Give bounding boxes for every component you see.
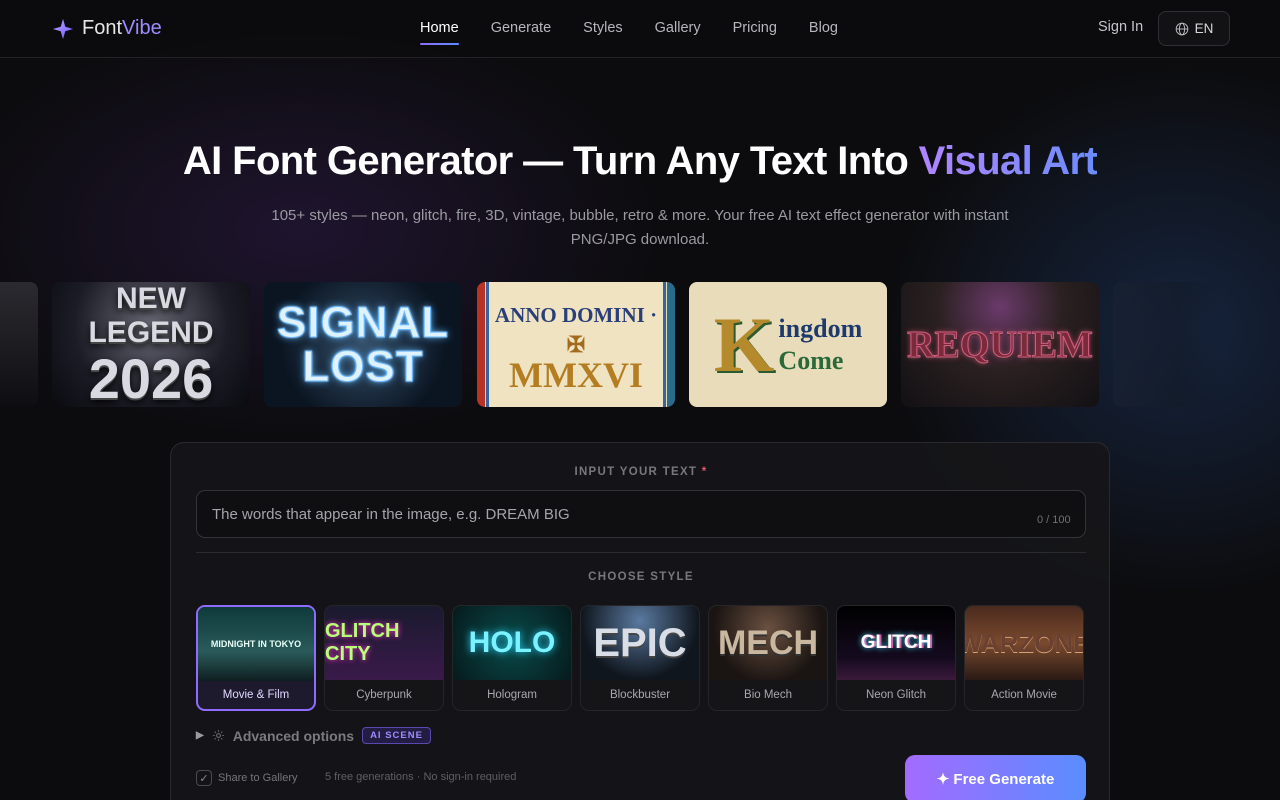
style-thumbnail: MIDNIGHT IN TOKYO	[198, 607, 314, 681]
style-card-neon-glitch[interactable]: GLITCH Neon Glitch	[836, 605, 956, 711]
style-card-action-movie[interactable]: WARZONE Action Movie	[964, 605, 1084, 711]
language-selector[interactable]: EN	[1158, 11, 1230, 46]
tile-text: 2026	[88, 346, 214, 407]
nav-gallery[interactable]: Gallery	[655, 0, 701, 58]
style-label: CHOOSE STYLE	[588, 571, 694, 583]
tile-text: MMXVI	[509, 354, 643, 395]
sparkle-logo-icon	[52, 18, 74, 39]
style-name: Hologram	[487, 689, 537, 701]
hero-title-main: AI Font Generator — Turn Any Text Into	[182, 139, 919, 183]
style-name: Action Movie	[991, 689, 1057, 701]
style-name: Movie & Film	[222, 689, 290, 701]
brand-logo[interactable]: FontVibe	[52, 17, 162, 40]
tile-text: SIGNAL	[276, 297, 450, 347]
style-thumbnail: HOLO	[453, 606, 571, 680]
carousel-tile[interactable]: ANNO DOMINI · ✠ MMXVI	[477, 282, 675, 407]
char-counter: 0 / 100	[1037, 514, 1071, 526]
share-label: Share to Gallery	[218, 772, 298, 784]
text-input[interactable]	[196, 490, 1086, 538]
nav-home[interactable]: Home	[420, 0, 459, 58]
carousel-tile[interactable]	[1113, 282, 1223, 407]
free-generations-note: 5 free generations · No sign-in required	[325, 771, 517, 783]
style-card-blockbuster[interactable]: EPIC Blockbuster	[580, 605, 700, 711]
style-thumbnail: MECH	[709, 606, 827, 680]
tile-text: NEW LEGEND	[88, 282, 214, 349]
style-card-bio-mech[interactable]: MECH Bio Mech	[708, 605, 828, 711]
carousel-tile[interactable]: NEW LEGEND 2026	[52, 282, 250, 407]
input-label: INPUT YOUR TEXT *	[171, 466, 1111, 478]
style-card-cyberpunk[interactable]: GLITCH CITY Cyberpunk	[324, 605, 444, 711]
gear-icon	[212, 730, 224, 741]
share-to-gallery[interactable]: ✓ Share to Gallery	[196, 770, 297, 786]
style-card-hologram[interactable]: HOLO Hologram	[452, 605, 572, 711]
tile-text: ANNO DOMINI ·	[494, 302, 658, 327]
style-name: Neon Glitch	[865, 689, 927, 701]
top-nav: FontVibe Home Generate Styles Gallery Pr…	[0, 0, 1280, 58]
tile-text: K	[713, 300, 775, 388]
sign-in-link[interactable]: Sign In	[1098, 19, 1143, 35]
hero-title: AI Font Generator — Turn Any Text Into V…	[0, 139, 1280, 184]
style-grid: MIDNIGHT IN TOKYO Movie & Film GLITCH CI…	[196, 605, 1084, 711]
language-label: EN	[1194, 21, 1214, 36]
caret-right-icon: ▶	[196, 730, 204, 741]
hero-subtitle: 105+ styles — neon, glitch, fire, 3D, vi…	[271, 207, 1009, 248]
checkbox-checked-icon[interactable]: ✓	[196, 770, 212, 786]
globe-icon	[1175, 22, 1188, 35]
carousel-tile[interactable]: Kingdom Come	[689, 282, 887, 407]
carousel-tile[interactable]: SIGNAL LOST	[264, 282, 462, 407]
style-name: Bio Mech	[744, 689, 792, 701]
nav-pricing[interactable]: Pricing	[733, 0, 777, 58]
required-mark: *	[701, 466, 708, 478]
nav-styles[interactable]: Styles	[583, 0, 623, 58]
style-thumbnail: GLITCH CITY	[325, 606, 443, 680]
nav-generate[interactable]: Generate	[491, 0, 551, 58]
free-generate-button[interactable]: ✦ Free Generate	[905, 755, 1086, 800]
tile-text: LOST	[302, 341, 424, 391]
tile-text: Come	[778, 345, 844, 375]
style-thumbnail: GLITCH	[837, 606, 955, 680]
nav-blog[interactable]: Blog	[809, 0, 838, 58]
generator-panel: INPUT YOUR TEXT * 0 / 100 CHOOSE STYLE M…	[170, 442, 1110, 800]
main-menu: Home Generate Styles Gallery Pricing Blo…	[420, 0, 838, 58]
brand-name-part2: Vibe	[122, 17, 162, 39]
advanced-options-toggle[interactable]: ▶ Advanced options AI SCENE	[196, 727, 431, 744]
brand-name-part1: Font	[82, 17, 123, 39]
ai-scene-badge: AI SCENE	[362, 727, 431, 744]
tile-text: REQUIEM	[907, 323, 1094, 366]
carousel-tile[interactable]: REQUIEM	[901, 282, 1099, 407]
example-carousel: T NEW LEGEND2026 SIGNALLOST ANNO DOMINI …	[0, 282, 1280, 408]
style-thumbnail: EPIC	[581, 606, 699, 680]
style-name: Cyberpunk	[356, 689, 412, 701]
input-label-text: INPUT YOUR TEXT	[574, 466, 698, 478]
carousel-tile[interactable]: T	[0, 282, 38, 407]
divider	[196, 552, 1086, 553]
hero-title-accent: Visual Art	[918, 139, 1098, 183]
style-card-movie-film[interactable]: MIDNIGHT IN TOKYO Movie & Film	[196, 605, 316, 711]
tile-text: ingdom	[778, 313, 863, 343]
style-thumbnail: WARZONE	[965, 606, 1083, 680]
style-name: Blockbuster	[609, 689, 671, 701]
advanced-options-label: Advanced options	[232, 727, 355, 744]
